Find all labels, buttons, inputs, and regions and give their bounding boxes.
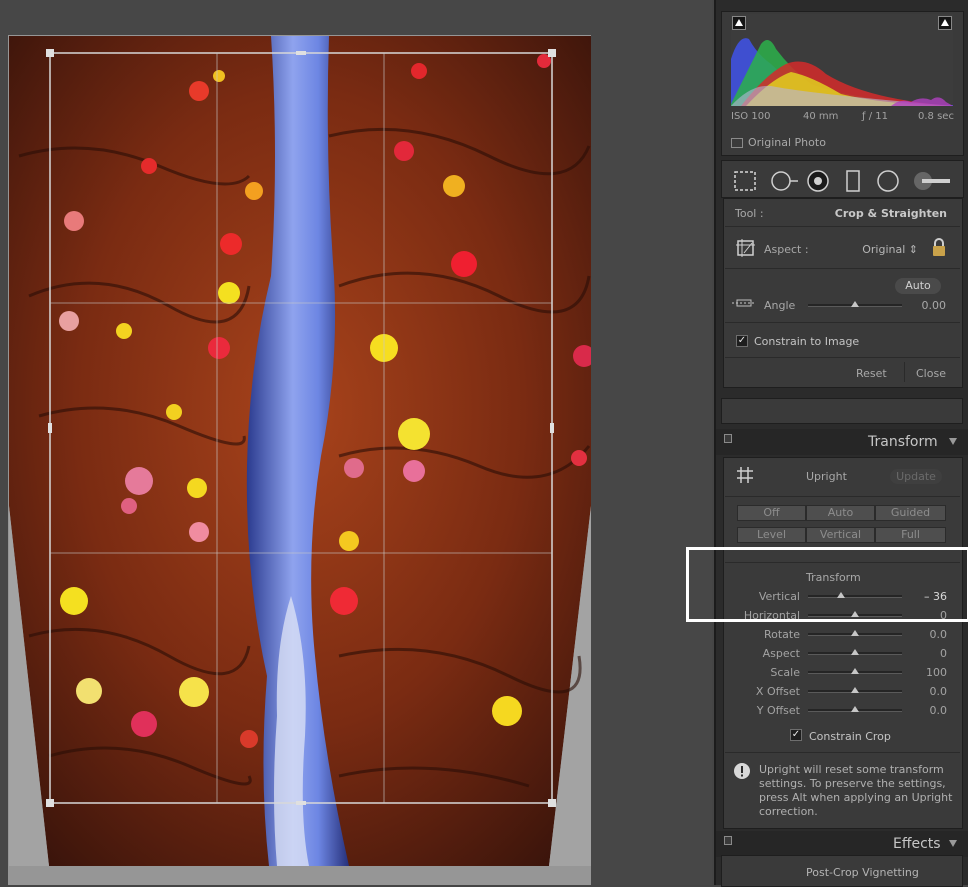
crop-handle[interactable] [46,799,54,807]
crop-handle[interactable] [296,51,306,55]
exif-aperture: ƒ / 11 [862,111,888,122]
panel-toggle-switch[interactable] [724,836,732,845]
adjustment-brush-icon[interactable] [912,170,952,192]
crop-handle[interactable] [550,423,554,433]
upright-vertical-button[interactable]: Vertical [806,527,875,543]
tool-label: Tool : [735,207,764,220]
graduated-filter-icon[interactable] [845,170,861,192]
highlight-annotation [686,547,968,622]
reset-button[interactable]: Reset [856,367,887,380]
x-offset-label: X Offset [755,685,800,698]
crop-handle[interactable] [48,423,52,433]
lock-icon[interactable] [931,237,947,257]
crop-handle[interactable] [548,49,556,57]
scale-value[interactable]: 100 [897,666,947,679]
auto-straighten-button[interactable]: Auto [895,278,941,294]
shadow-clipping-indicator[interactable] [732,16,746,30]
collapsed-panel [721,398,963,424]
scale-slider-thumb[interactable] [851,668,859,674]
y-offset-slider-thumb[interactable] [851,706,859,712]
original-photo-label: Original Photo [748,136,826,149]
upright-level-button[interactable]: Level [737,527,806,543]
straighten-level-icon[interactable] [731,295,757,311]
angle-value[interactable]: 0.00 [905,299,947,312]
spot-removal-icon[interactable] [770,170,800,192]
crop-handle[interactable] [296,801,306,805]
panel-toggle-switch[interactable] [724,434,732,443]
divider [725,268,960,269]
aspect-dropdown[interactable]: Original ⇕ [840,243,918,256]
rotate-label: Rotate [763,628,800,641]
y-offset-label: Y Offset [756,704,800,717]
effects-panel-title: Effects [893,836,941,852]
upright-full-button[interactable]: Full [875,527,946,543]
collapse-triangle-icon[interactable] [949,840,957,847]
rotate-value[interactable]: 0.0 [897,628,948,641]
highlight-clipping-indicator[interactable] [938,16,952,30]
aspect-slider-thumb[interactable] [851,649,859,655]
divider [725,357,960,358]
x-offset-value[interactable]: 0.0 [897,685,948,698]
tool-name: Crop & Straighten [834,207,947,220]
histogram-graph [731,14,953,106]
x-offset-slider-thumb[interactable] [851,687,859,693]
upright-info-text: Upright will reset some transform settin… [759,763,953,818]
upright-label: Upright [806,470,847,483]
aspect-slider-value[interactable]: 0 [897,647,947,660]
divider [725,496,960,497]
divider [725,322,960,323]
constrain-to-image-checkbox[interactable]: ✓ [736,335,748,347]
divider [725,752,960,753]
constrain-to-image-label: Constrain to Image [754,335,860,348]
update-button[interactable]: Update [890,469,942,484]
post-crop-vignetting-label: Post-Crop Vignetting [806,866,919,879]
crop-handle[interactable] [46,49,54,57]
aspect-slider-label: Aspect [762,647,800,660]
red-eye-icon[interactable] [806,170,830,192]
divider [725,226,960,227]
angle-label: Angle [764,299,796,312]
constrain-crop-label: Constrain Crop [809,730,891,743]
transform-panel-title: Transform [868,434,938,450]
angle-slider-thumb[interactable] [851,301,859,307]
exif-iso: ISO 100 [731,111,771,122]
original-photo-checkbox[interactable] [731,138,743,148]
crop-tool-icon[interactable] [733,170,757,192]
upright-off-button[interactable]: Off [737,505,806,521]
divider [904,362,905,382]
scale-label: Scale [770,666,800,679]
info-warning-icon [734,763,750,779]
photo-preview[interactable] [9,36,591,885]
exif-focal-length: 40 mm [803,111,839,122]
y-offset-value[interactable]: 0.0 [897,704,948,717]
radial-filter-icon[interactable] [876,170,900,192]
collapse-triangle-icon[interactable] [949,438,957,445]
exif-shutter: 0.8 sec [918,111,954,122]
upright-guided-button[interactable]: Guided [875,505,946,521]
aspect-label: Aspect : [764,243,809,256]
rotate-slider-thumb[interactable] [851,630,859,636]
constrain-crop-checkbox[interactable]: ✓ [790,729,802,741]
close-button[interactable]: Close [916,367,946,380]
crop-handle[interactable] [548,799,556,807]
upright-auto-button[interactable]: Auto [806,505,875,521]
crop-aspect-icon[interactable] [735,237,757,259]
upright-guided-tool-icon[interactable] [736,466,754,484]
